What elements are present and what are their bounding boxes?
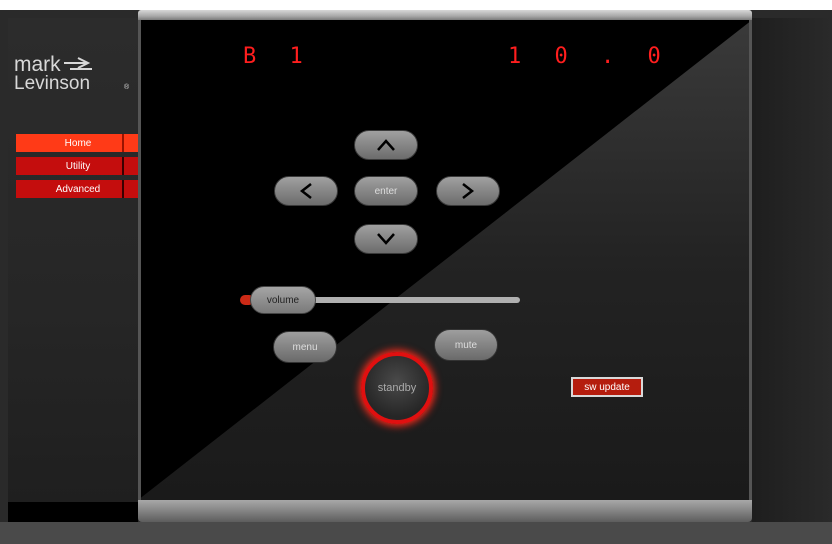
chevron-right-icon — [461, 182, 475, 200]
chevron-up-icon — [376, 138, 396, 152]
input-readout: B 1 — [243, 44, 313, 69]
logo-registered-mark: ® — [124, 83, 130, 91]
right-button[interactable] — [436, 176, 500, 206]
standby-button[interactable]: standby — [361, 352, 433, 424]
bottom-strip — [0, 522, 832, 544]
sidebar-item-advanced[interactable]: Advanced — [16, 180, 140, 198]
menu-label: menu — [292, 341, 318, 353]
menu-button[interactable]: menu — [273, 331, 337, 363]
sidebar-item-label: Utility — [65, 160, 91, 172]
mute-label: mute — [454, 339, 478, 351]
chevron-down-icon — [376, 232, 396, 246]
sidebar-item-utility[interactable]: Utility — [16, 157, 140, 175]
panel-reflection — [138, 20, 752, 500]
right-margin — [752, 18, 832, 522]
volume-label: volume — [266, 294, 300, 306]
sidebar-item-label: Home — [64, 137, 92, 149]
down-button[interactable] — [354, 224, 418, 254]
mute-button[interactable]: mute — [434, 329, 498, 361]
control-panel — [138, 20, 752, 500]
top-strip — [0, 0, 832, 10]
sidebar-item-home[interactable]: Home — [16, 134, 140, 152]
volume-readout: 1 0 . 0 — [508, 44, 671, 69]
sidebar-footer — [8, 502, 138, 522]
enter-button[interactable]: enter — [354, 176, 418, 206]
sw-update-label: sw update — [584, 381, 630, 393]
brand-logo: mark Levinson ® — [14, 53, 136, 100]
up-button[interactable] — [354, 130, 418, 160]
panel-top-bezel — [138, 10, 752, 20]
standby-label: standby — [377, 382, 417, 394]
enter-label: enter — [374, 185, 398, 197]
sw-update-button[interactable]: sw update — [571, 377, 643, 397]
volume-slider-thumb[interactable]: volume — [250, 286, 316, 314]
chevron-left-icon — [299, 182, 313, 200]
panel-bottom-bezel — [138, 500, 752, 522]
sidebar-item-label: Advanced — [55, 183, 101, 195]
left-button[interactable] — [274, 176, 338, 206]
logo-line2: Levinson — [14, 73, 90, 94]
